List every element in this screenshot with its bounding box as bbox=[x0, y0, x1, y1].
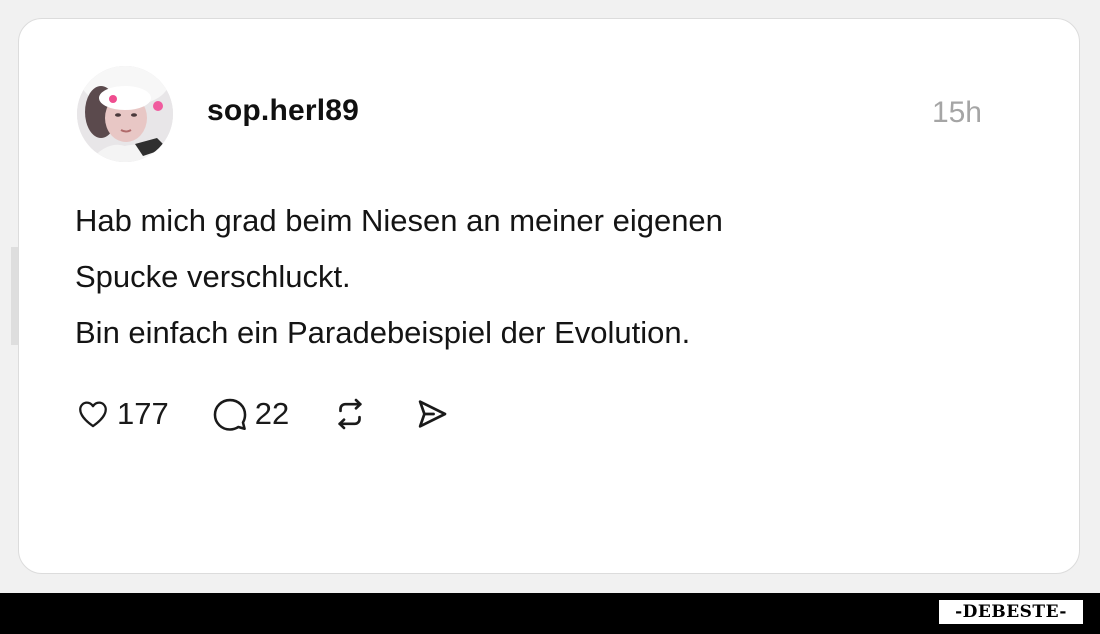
footer-bar bbox=[0, 593, 1100, 634]
post-card: sop.herl89 15h Hab mich grad beim Niesen… bbox=[18, 18, 1080, 574]
post-text-line: Spucke verschluckt. bbox=[75, 259, 351, 294]
share-button[interactable] bbox=[413, 395, 451, 433]
like-count: 177 bbox=[117, 396, 169, 431]
like-button[interactable]: 177 bbox=[75, 396, 169, 432]
comment-icon bbox=[213, 398, 247, 431]
username[interactable]: sop.herl89 bbox=[207, 93, 359, 129]
post-timestamp: 15h bbox=[931, 96, 982, 129]
post-actions: 177 22 bbox=[75, 392, 451, 436]
repost-button[interactable] bbox=[331, 395, 369, 433]
repost-icon bbox=[338, 398, 362, 430]
reply-button[interactable]: 22 bbox=[211, 395, 289, 433]
heart-icon bbox=[79, 401, 107, 428]
reply-count: 22 bbox=[254, 396, 290, 431]
brand-watermark: -DEBESTE- bbox=[939, 600, 1083, 624]
avatar-photo bbox=[77, 66, 173, 162]
post-text-line: Bin einfach ein Paradebeispiel der Evolu… bbox=[75, 315, 691, 350]
share-icon bbox=[418, 400, 447, 428]
post-text: Hab mich grad beim Niesen an meiner eige… bbox=[75, 193, 975, 361]
post-text-line: Hab mich grad beim Niesen an meiner eige… bbox=[75, 203, 723, 238]
avatar[interactable] bbox=[77, 66, 173, 162]
